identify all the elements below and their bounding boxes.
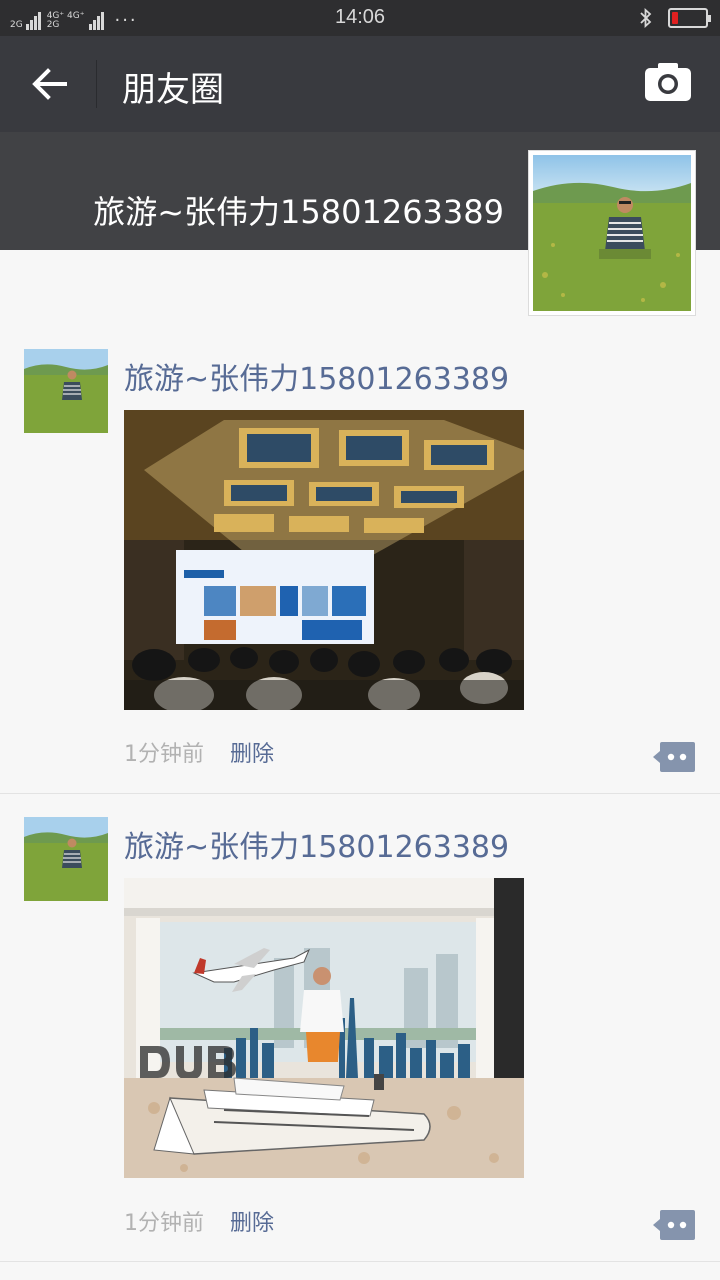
post-photo[interactable] [124, 878, 524, 1178]
delete-link[interactable]: 删除 [230, 736, 274, 768]
comment-icon [653, 742, 695, 772]
post-divider [0, 1261, 720, 1262]
battery-icon [668, 8, 711, 28]
arrow-left-icon [32, 68, 67, 100]
post-photo[interactable] [124, 410, 524, 710]
post-avatar[interactable] [24, 349, 108, 433]
comment-button[interactable] [652, 1209, 696, 1241]
avatar-photo [24, 817, 108, 901]
profile-avatar[interactable] [528, 150, 696, 316]
page-title: 朋友圈 [122, 70, 224, 110]
post-divider [0, 793, 720, 794]
battery-level-fill [672, 12, 678, 24]
bluetooth-icon [640, 7, 652, 29]
camera-icon [645, 63, 691, 101]
comment-button[interactable] [652, 741, 696, 773]
camera-button[interactable] [644, 62, 692, 106]
conference-hall-photo [124, 410, 524, 710]
status-bar: 2G 4G⁺ 4G⁺ 2G ··· 14:06 [0, 0, 720, 36]
title-divider [96, 60, 97, 108]
avatar-photo [24, 349, 108, 433]
cover-user-name: 旅游~张伟力15801263389 [93, 193, 504, 231]
post-author-name[interactable]: 旅游~张伟力15801263389 [124, 822, 509, 866]
post-timestamp: 1分钟前 [124, 1211, 204, 1236]
title-bar: 朋友圈 [0, 36, 720, 132]
comment-icon [653, 1210, 695, 1240]
delete-link[interactable]: 删除 [230, 1205, 274, 1237]
post-author-name[interactable]: 旅游~张伟力15801263389 [124, 354, 509, 398]
post-timestamp: 1分钟前 [124, 742, 204, 767]
status-time: 14:06 [334, 6, 386, 28]
avatar-photo [533, 155, 691, 311]
dubai-cruise-booth-photo [124, 878, 524, 1178]
post-avatar[interactable] [24, 817, 108, 901]
back-button[interactable] [26, 62, 72, 106]
